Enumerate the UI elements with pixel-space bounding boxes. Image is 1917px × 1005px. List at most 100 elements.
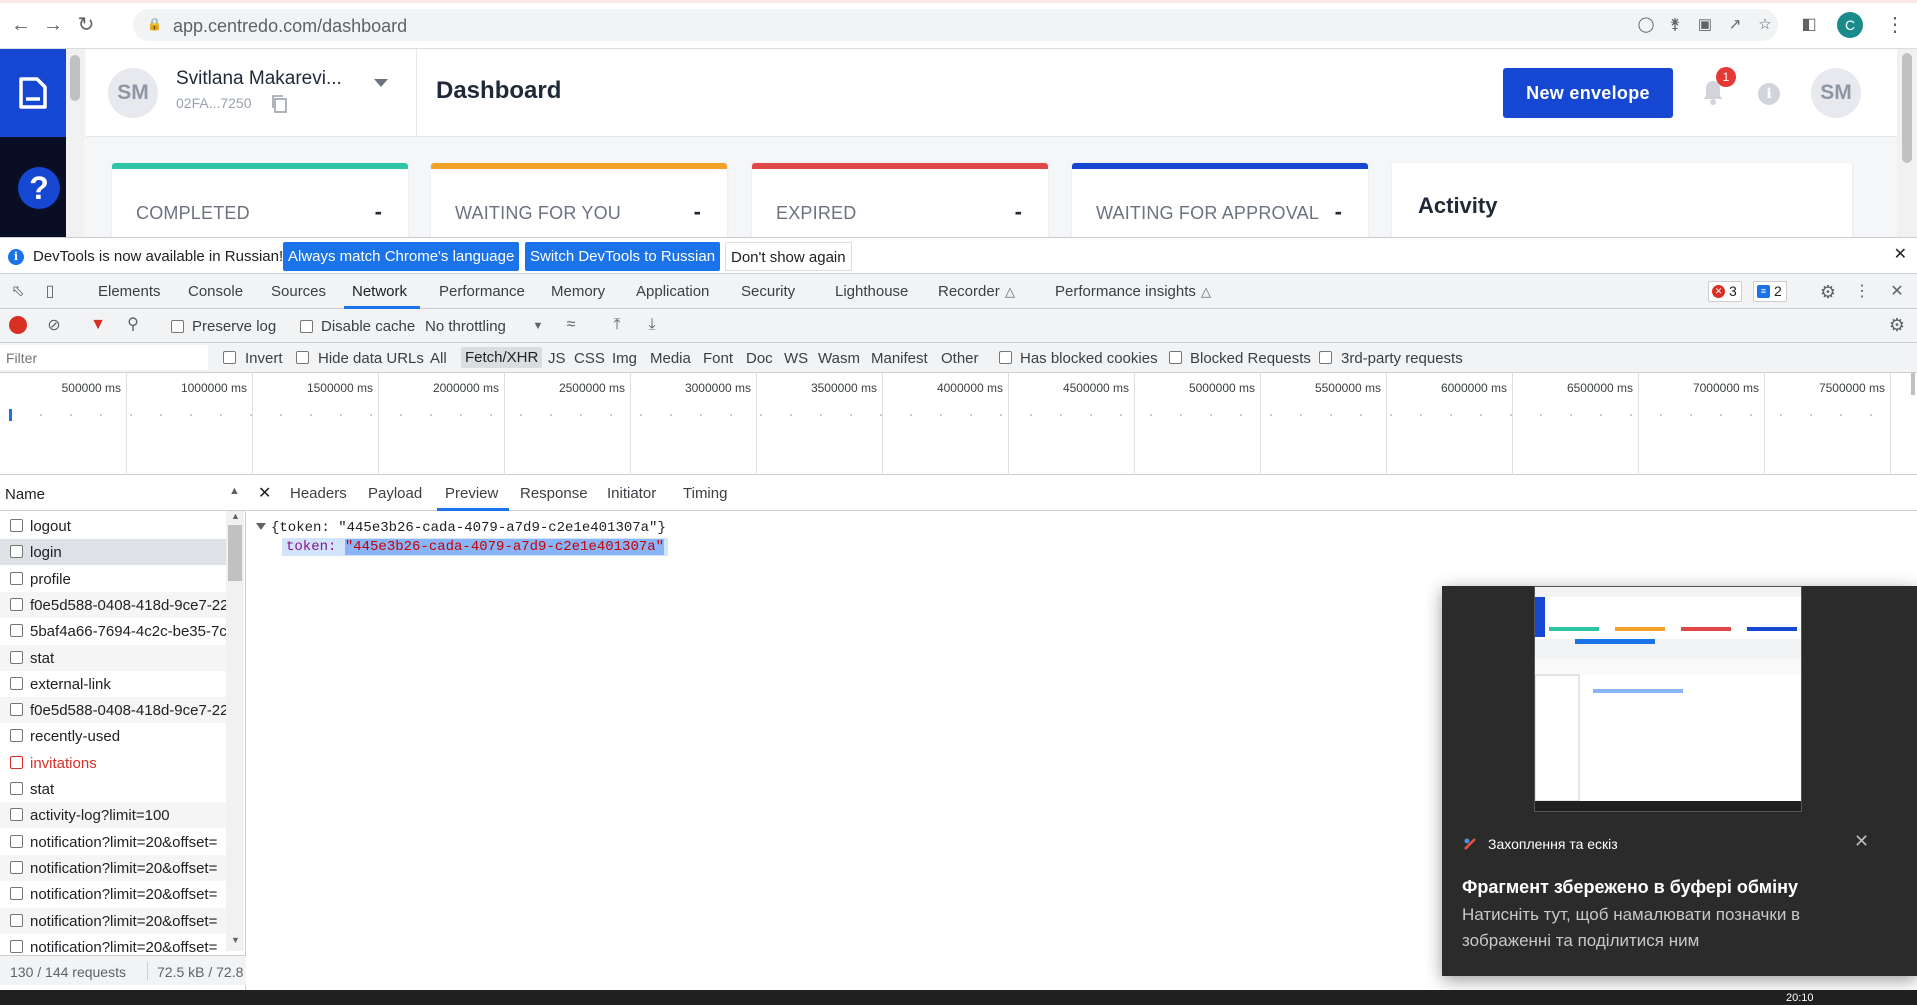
request-checkbox[interactable] (10, 939, 23, 953)
message-count-badge[interactable]: ≡ 2 (1753, 281, 1787, 302)
request-name[interactable]: notification?limit=20&offset= (30, 860, 226, 877)
request-name[interactable]: 5baf4a66-7694-4c2c-be35-7c (30, 623, 226, 640)
third-party-label[interactable]: 3rd-party requests (1341, 350, 1463, 367)
network-conditions-icon[interactable]: ≈ (561, 315, 581, 335)
disable-cache-checkbox[interactable] (300, 320, 313, 333)
expand-triangle-icon[interactable] (256, 523, 266, 530)
request-row[interactable]: notification?limit=20&offset= (0, 829, 226, 855)
tab-application[interactable]: Application (636, 283, 709, 300)
lock-icon[interactable]: 🔒 (147, 17, 162, 31)
request-row[interactable]: notification?limit=20&offset= (0, 907, 226, 934)
request-checkbox[interactable] (10, 545, 23, 559)
network-overview-timeline[interactable]: 500000 ms 1000000 ms 1500000 ms 2000000 ms 2… (0, 373, 1917, 475)
request-checkbox[interactable] (10, 703, 23, 717)
sort-ascending-icon[interactable]: ▲ (229, 485, 240, 497)
import-har-icon[interactable]: ⤒ (607, 315, 627, 335)
stat-card-expired[interactable]: EXPIRED - (752, 163, 1048, 237)
json-value-selected[interactable]: "445e3b26-cada-4079-a7d9-c2e1e401307a" (344, 539, 665, 555)
tab-payload[interactable]: Payload (368, 485, 422, 502)
filter-type-wasm[interactable]: Wasm (818, 350, 860, 367)
tab-initiator[interactable]: Initiator (607, 485, 656, 502)
device-toolbar-icon[interactable]: ▯ (40, 282, 60, 302)
tab-performance-insights[interactable]: Performance insights (1055, 283, 1196, 300)
request-name[interactable]: notification?limit=20&offset= (30, 939, 226, 956)
filter-type-media[interactable]: Media (650, 350, 691, 367)
request-name[interactable]: activity-log?limit=100 (30, 807, 226, 824)
request-row[interactable]: profile (0, 566, 226, 592)
request-row[interactable]: activity-log?limit=100 (0, 802, 226, 829)
request-name[interactable]: login (30, 544, 226, 561)
scroll-up-icon[interactable]: ▲ (231, 511, 240, 521)
side-panel-icon[interactable]: ◧ (1796, 12, 1822, 38)
new-envelope-button[interactable]: New envelope (1503, 68, 1673, 118)
request-checkbox[interactable] (10, 624, 23, 638)
request-checkbox[interactable] (10, 834, 23, 848)
filter-type-all[interactable]: All (430, 350, 447, 367)
timeline-scrollbar[interactable] (1911, 373, 1915, 395)
translate-icon[interactable]: ▣ (1695, 15, 1715, 35)
request-checkbox[interactable] (10, 808, 23, 822)
request-checkbox[interactable] (10, 729, 23, 743)
name-column-label[interactable]: Name (5, 486, 45, 503)
bookmark-star-icon[interactable]: ☆ (1755, 15, 1775, 35)
stat-card-waiting-for-you[interactable]: WAITING FOR YOU - (431, 163, 727, 237)
request-row[interactable]: recently-used (0, 723, 226, 749)
request-row[interactable]: login (0, 539, 226, 566)
network-settings-gear-icon[interactable]: ⚙ (1887, 315, 1907, 335)
request-checkbox[interactable] (10, 755, 23, 769)
always-match-language-button[interactable]: Always match Chrome's language (283, 242, 520, 271)
request-row[interactable]: external-link (0, 671, 226, 697)
request-checkbox[interactable] (10, 676, 23, 690)
account-avatar[interactable]: SM (1811, 68, 1861, 118)
stat-card-waiting-for-approval[interactable]: WAITING FOR APPROVAL - (1072, 163, 1368, 237)
screenshot-thumbnail[interactable] (1534, 586, 1802, 812)
filter-type-css[interactable]: CSS (574, 350, 605, 367)
request-list-scrollbar[interactable]: ▲ ▼ (226, 511, 244, 951)
tab-recorder[interactable]: Recorder (938, 283, 1000, 300)
app-logo[interactable] (0, 49, 66, 137)
invert-checkbox[interactable] (223, 351, 236, 364)
share-icon[interactable]: ↗ (1725, 15, 1745, 35)
request-checkbox[interactable] (10, 913, 23, 927)
record-icon[interactable] (9, 316, 27, 334)
disable-cache-label[interactable]: Disable cache (321, 318, 415, 335)
request-name[interactable]: stat (30, 650, 226, 667)
request-row[interactable]: f0e5d588-0408-418d-9ce7-22 (0, 697, 226, 724)
tab-performance[interactable]: Performance (439, 283, 525, 300)
copy-icon[interactable] (270, 94, 290, 114)
throttling-select[interactable]: No throttling (425, 318, 506, 335)
back-arrow-icon[interactable]: ← (8, 12, 34, 38)
request-checkbox[interactable] (10, 571, 23, 585)
request-checkbox[interactable] (10, 782, 23, 795)
cookie-blocked-icon[interactable]: ◯ (1636, 15, 1656, 35)
request-name[interactable]: invitations (30, 755, 226, 772)
clear-icon[interactable]: ⊘ (44, 316, 64, 336)
forward-arrow-icon[interactable]: → (40, 12, 66, 38)
request-name[interactable]: notification?limit=20&offset= (30, 913, 226, 930)
settings-gear-icon[interactable]: ⚙ (1818, 282, 1838, 302)
scrollbar-thumb[interactable] (228, 525, 242, 581)
name-column-header[interactable]: Name ▲ (0, 475, 246, 511)
snip-notification-toast[interactable]: Захоплення та ескіз ✕ Фрагмент збережено… (1442, 586, 1917, 976)
tab-preview[interactable]: Preview (445, 485, 498, 502)
filter-type-doc[interactable]: Doc (746, 350, 773, 367)
close-devtools-icon[interactable]: ✕ (1887, 282, 1907, 302)
profile-avatar[interactable]: C (1837, 12, 1863, 38)
tab-lighthouse[interactable]: Lighthouse (835, 283, 908, 300)
close-icon[interactable]: ✕ (1854, 831, 1869, 852)
page-scrollbar[interactable] (1897, 49, 1917, 237)
request-name[interactable]: external-link (30, 676, 226, 693)
filter-type-fetch-xhr[interactable]: Fetch/XHR (461, 347, 543, 368)
tab-memory[interactable]: Memory (551, 283, 605, 300)
third-party-checkbox[interactable] (1319, 351, 1332, 364)
invert-label[interactable]: Invert (245, 350, 283, 367)
sidebar-scrollbar[interactable] (66, 49, 84, 237)
request-row[interactable]: invitations (0, 750, 226, 776)
request-row[interactable]: stat (0, 644, 226, 671)
blocked-requests-label[interactable]: Blocked Requests (1190, 350, 1311, 367)
filter-type-manifest[interactable]: Manifest (871, 350, 928, 367)
close-icon[interactable]: ✕ (258, 483, 271, 503)
user-avatar[interactable]: SM (108, 68, 158, 118)
key-icon[interactable]: ⚵ (1665, 15, 1685, 35)
tab-console[interactable]: Console (188, 283, 243, 300)
